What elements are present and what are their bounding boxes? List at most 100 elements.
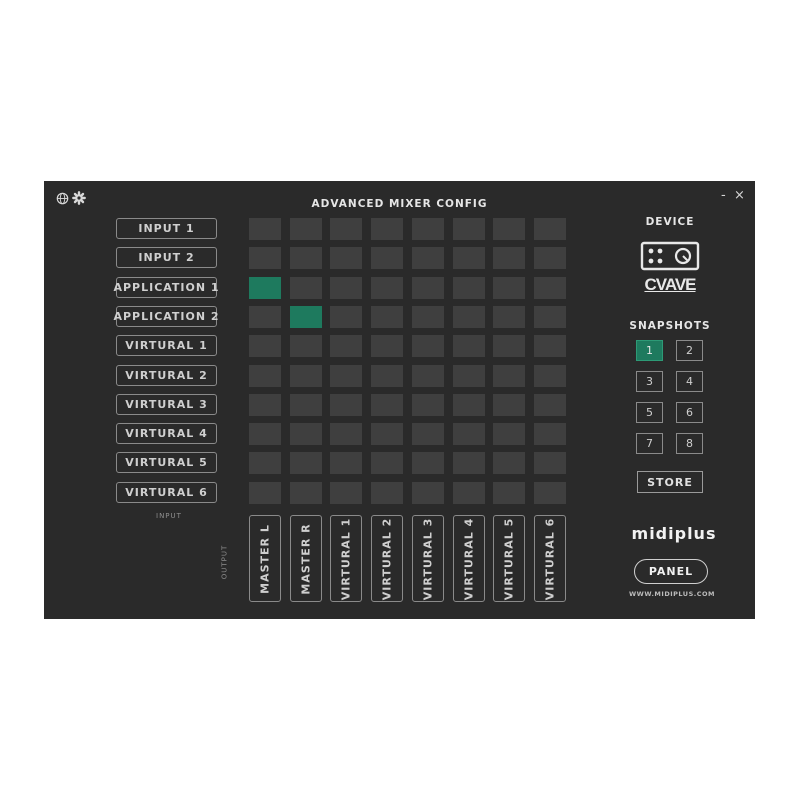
matrix-cell[interactable]	[493, 481, 526, 504]
matrix-cell[interactable]	[330, 305, 363, 328]
matrix-cell[interactable]	[533, 452, 566, 475]
input-button[interactable]: VIRTURAL 4	[116, 423, 217, 445]
input-button[interactable]: VIRTURAL 5	[116, 452, 217, 474]
matrix-cell[interactable]	[493, 452, 526, 475]
snapshot-button[interactable]: 8	[676, 433, 703, 454]
matrix-cell[interactable]	[249, 452, 281, 475]
matrix-cell[interactable]	[249, 247, 281, 270]
matrix-cell[interactable]	[249, 364, 281, 387]
matrix-cell[interactable]	[493, 423, 526, 446]
output-button[interactable]: VIRTURAL 4	[452, 515, 485, 602]
matrix-cell[interactable]	[330, 481, 363, 504]
matrix-cell[interactable]	[289, 423, 322, 446]
matrix-cell[interactable]	[371, 452, 404, 475]
matrix-cell[interactable]	[371, 247, 404, 270]
matrix-cell[interactable]	[289, 452, 322, 475]
matrix-cell[interactable]	[371, 393, 404, 416]
input-button[interactable]: VIRTURAL 2	[116, 364, 217, 386]
matrix-cell[interactable]	[452, 364, 485, 387]
matrix-cell[interactable]	[330, 423, 363, 446]
matrix-cell[interactable]	[533, 335, 566, 358]
input-button[interactable]: INPUT 1	[116, 218, 217, 239]
matrix-cell[interactable]	[249, 481, 281, 504]
matrix-cell[interactable]	[289, 276, 322, 299]
input-button[interactable]: VIRTURAL 6	[116, 481, 217, 503]
matrix-cell[interactable]	[493, 393, 526, 416]
input-button[interactable]: INPUT 2	[116, 247, 217, 269]
matrix-cell[interactable]	[493, 247, 526, 270]
matrix-cell[interactable]	[371, 276, 404, 299]
output-button[interactable]: VIRTURAL 6	[533, 515, 566, 602]
matrix-cell[interactable]	[411, 452, 444, 475]
matrix-cell[interactable]	[411, 305, 444, 328]
matrix-cell[interactable]	[452, 423, 485, 446]
matrix-cell[interactable]	[533, 364, 566, 387]
matrix-cell[interactable]	[411, 218, 444, 240]
matrix-cell[interactable]	[249, 305, 281, 328]
output-button[interactable]: VIRTURAL 1	[330, 515, 363, 602]
matrix-cell[interactable]	[533, 247, 566, 270]
store-button[interactable]: STORE	[637, 471, 703, 493]
snapshot-button[interactable]: 1	[636, 340, 663, 361]
matrix-cell[interactable]	[249, 276, 281, 299]
output-button[interactable]: VIRTURAL 5	[493, 515, 526, 602]
matrix-cell[interactable]	[411, 335, 444, 358]
matrix-cell[interactable]	[411, 393, 444, 416]
matrix-cell[interactable]	[249, 335, 281, 358]
output-button[interactable]: VIRTURAL 2	[371, 515, 404, 602]
matrix-cell[interactable]	[493, 305, 526, 328]
input-button[interactable]: APPLICATION 2	[113, 305, 219, 327]
device-logo[interactable]: CVAVE	[640, 241, 700, 301]
input-button[interactable]: APPLICATION 1	[113, 276, 219, 298]
matrix-cell[interactable]	[533, 305, 566, 328]
matrix-cell[interactable]	[452, 247, 485, 270]
matrix-cell[interactable]	[452, 305, 485, 328]
matrix-cell[interactable]	[289, 335, 322, 358]
matrix-cell[interactable]	[249, 218, 281, 240]
output-button[interactable]: MASTER L	[249, 515, 281, 602]
matrix-cell[interactable]	[371, 364, 404, 387]
matrix-cell[interactable]	[249, 393, 281, 416]
matrix-cell[interactable]	[371, 305, 404, 328]
snapshot-button[interactable]: 7	[636, 433, 663, 454]
matrix-cell[interactable]	[452, 218, 485, 240]
matrix-cell[interactable]	[371, 218, 404, 240]
snapshot-button[interactable]: 3	[636, 371, 663, 392]
matrix-cell[interactable]	[452, 335, 485, 358]
matrix-cell[interactable]	[330, 335, 363, 358]
matrix-cell[interactable]	[493, 218, 526, 240]
snapshot-button[interactable]: 6	[676, 402, 703, 423]
close-button[interactable]: ×	[734, 189, 745, 203]
matrix-cell[interactable]	[533, 218, 566, 240]
matrix-cell[interactable]	[533, 276, 566, 299]
matrix-cell[interactable]	[289, 364, 322, 387]
matrix-cell[interactable]	[533, 393, 566, 416]
minimize-button[interactable]: -	[721, 189, 726, 203]
website-link[interactable]: WWW.MIDIPLUS.COM	[620, 590, 724, 598]
panel-button[interactable]: PANEL	[634, 559, 708, 584]
snapshot-button[interactable]: 2	[676, 340, 703, 361]
input-button[interactable]: VIRTURAL 1	[116, 335, 217, 357]
matrix-cell[interactable]	[289, 481, 322, 504]
matrix-cell[interactable]	[289, 393, 322, 416]
output-button[interactable]: VIRTURAL 3	[411, 515, 444, 602]
matrix-cell[interactable]	[452, 452, 485, 475]
matrix-cell[interactable]	[533, 423, 566, 446]
matrix-cell[interactable]	[330, 393, 363, 416]
matrix-cell[interactable]	[493, 335, 526, 358]
snapshot-button[interactable]: 4	[676, 371, 703, 392]
matrix-cell[interactable]	[371, 335, 404, 358]
matrix-cell[interactable]	[411, 481, 444, 504]
matrix-cell[interactable]	[411, 247, 444, 270]
matrix-cell[interactable]	[330, 364, 363, 387]
matrix-cell[interactable]	[371, 481, 404, 504]
matrix-cell[interactable]	[371, 423, 404, 446]
matrix-cell[interactable]	[411, 423, 444, 446]
snapshot-button[interactable]: 5	[636, 402, 663, 423]
matrix-cell[interactable]	[249, 423, 281, 446]
matrix-cell[interactable]	[411, 276, 444, 299]
matrix-cell[interactable]	[289, 305, 322, 328]
matrix-cell[interactable]	[330, 218, 363, 240]
matrix-cell[interactable]	[289, 247, 322, 270]
matrix-cell[interactable]	[493, 364, 526, 387]
